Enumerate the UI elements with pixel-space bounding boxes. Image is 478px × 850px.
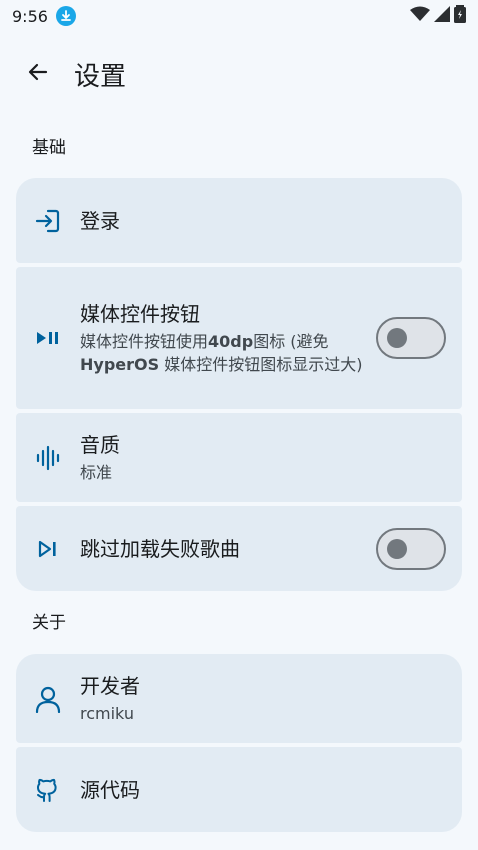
- developer-value: rcmiku: [80, 704, 134, 723]
- signal-icon: [434, 6, 450, 26]
- media-buttons-switch[interactable]: [376, 317, 446, 359]
- audio-quality-title: 音质: [80, 433, 120, 457]
- page-title: 设置: [74, 61, 127, 92]
- basic-settings-group: 登录 媒体控件按钮 媒体控件按钮使用40dp图标 (避免 HyperOS 媒体控件…: [16, 178, 462, 591]
- media-buttons-title: 媒体控件按钮: [80, 302, 200, 326]
- back-button[interactable]: [14, 50, 62, 98]
- audio-quality-value: 标准: [80, 463, 113, 482]
- media-buttons-subtitle-part: 图标 (避免: [253, 332, 329, 351]
- skip-failed-title: 跳过加载失败歌曲: [80, 536, 240, 561]
- person-icon: [32, 683, 64, 715]
- wifi-icon: [410, 6, 430, 26]
- skip-next-icon: [32, 533, 64, 565]
- media-buttons-subtitle-part: 媒体控件按钮使用: [80, 332, 209, 351]
- media-buttons-subtitle-part: 媒体控件按钮图标显示过大): [159, 355, 363, 374]
- source-code-title: 源代码: [80, 777, 140, 802]
- status-indicators: [410, 5, 466, 27]
- audio-quality-item[interactable]: 音质 标准: [16, 413, 462, 502]
- media-buttons-item[interactable]: 媒体控件按钮 媒体控件按钮使用40dp图标 (避免 HyperOS 媒体控件按钮图…: [16, 267, 462, 409]
- skip-failed-item[interactable]: 跳过加载失败歌曲: [16, 506, 462, 591]
- status-time: 9:56: [12, 6, 48, 26]
- login-item[interactable]: 登录: [16, 178, 462, 263]
- play-pause-icon: [32, 322, 64, 354]
- switch-thumb: [387, 328, 407, 348]
- switch-thumb: [387, 538, 407, 559]
- media-buttons-subtitle: 媒体控件按钮使用40dp图标 (避免 HyperOS 媒体控件按钮图标显示过大): [80, 330, 364, 376]
- login-title: 登录: [80, 208, 120, 233]
- source-code-item[interactable]: 源代码: [16, 747, 462, 832]
- developer-item[interactable]: 开发者 rcmiku: [16, 654, 462, 743]
- skip-failed-switch[interactable]: [376, 527, 446, 570]
- arrow-back-icon: [26, 60, 50, 88]
- about-group: 开发者 rcmiku 源代码: [16, 654, 462, 832]
- github-icon: [32, 774, 64, 806]
- status-bar: 9:56: [0, 0, 478, 32]
- section-label-about: 关于: [32, 613, 66, 633]
- battery-icon: [454, 5, 466, 27]
- media-buttons-subtitle-bold: HyperOS: [80, 355, 160, 374]
- section-label-basic: 基础: [32, 138, 66, 158]
- developer-title: 开发者: [80, 674, 140, 698]
- login-icon: [32, 205, 64, 237]
- download-icon: [55, 6, 76, 26]
- graphic-eq-icon: [32, 442, 64, 474]
- media-buttons-subtitle-bold: 40dp: [208, 332, 254, 351]
- top-app-bar: 设置: [0, 46, 478, 102]
